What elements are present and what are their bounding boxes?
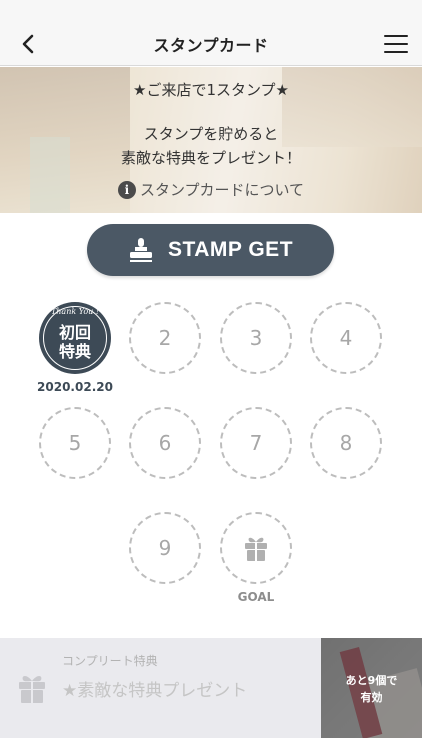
nav-bar: スタンプカード (0, 22, 422, 66)
about-stamp-card-label: スタンプカードについて (139, 181, 305, 199)
stamp-slot-2: 2 (129, 302, 201, 374)
badge-arc-text: Thank You ! (50, 307, 100, 316)
stamp-slot-goal (220, 512, 292, 584)
status-bar (0, 0, 422, 22)
complete-reward-heading: コンプリート特典 (62, 654, 158, 668)
home-indicator-area (0, 738, 422, 750)
complete-reward-title: ★素敵な特典プレゼント (62, 681, 248, 701)
stamp-slot-8: 8 (310, 407, 382, 479)
gift-icon (19, 676, 45, 703)
page-title: スタンプカード (153, 35, 269, 55)
menu-button[interactable] (382, 32, 410, 56)
stamp-get-label: STAMP GET (167, 238, 294, 261)
reward-remaining-text: あと9個で 有効 (321, 672, 422, 706)
hero-description-line1: スタンプを貯めると (143, 125, 279, 143)
stamp-slot-1-filled: Thank You ! 初回 特典 (39, 302, 111, 374)
badge-label-line1: 初回 (58, 323, 91, 342)
hero-headline: ★ご来店で1スタンプ★ (133, 81, 289, 99)
stamp-slot-7: 7 (220, 407, 292, 479)
stamp-get-button[interactable]: STAMP GET (87, 224, 334, 276)
reward-remaining-line1: あと9個で (345, 674, 398, 687)
goal-label: GOAL (237, 590, 275, 604)
about-stamp-card-link[interactable]: i スタンプカードについて (0, 179, 422, 200)
stamp-slot-5: 5 (39, 407, 111, 479)
hero-description-line2: 素敵な特典をプレゼント！ (120, 149, 301, 167)
stamp-slot-3: 3 (220, 302, 292, 374)
hero-banner: ★ご来店で1スタンプ★ スタンプを貯めると 素敵な特典をプレゼント！ i スタン… (0, 67, 422, 213)
info-icon: i (117, 180, 136, 199)
complete-reward-panel[interactable]: コンプリート特典 ★素敵な特典プレゼント あと9個で 有効 (0, 638, 422, 738)
gift-icon (245, 537, 267, 561)
stamp-date: 2020.02.20 (37, 380, 113, 394)
stamp-slot-9: 9 (129, 512, 201, 584)
reward-thumbnail: あと9個で 有効 (321, 638, 422, 738)
badge-label-line2: 特典 (58, 342, 91, 361)
stamp-slot-4: 4 (310, 302, 382, 374)
reward-remaining-line2: 有効 (360, 691, 383, 704)
back-button[interactable] (14, 30, 42, 58)
chevron-left-icon (22, 34, 34, 54)
stamp-icon (129, 238, 152, 262)
stamp-slot-6: 6 (129, 407, 201, 479)
badge-label: 初回 特典 (39, 323, 111, 361)
